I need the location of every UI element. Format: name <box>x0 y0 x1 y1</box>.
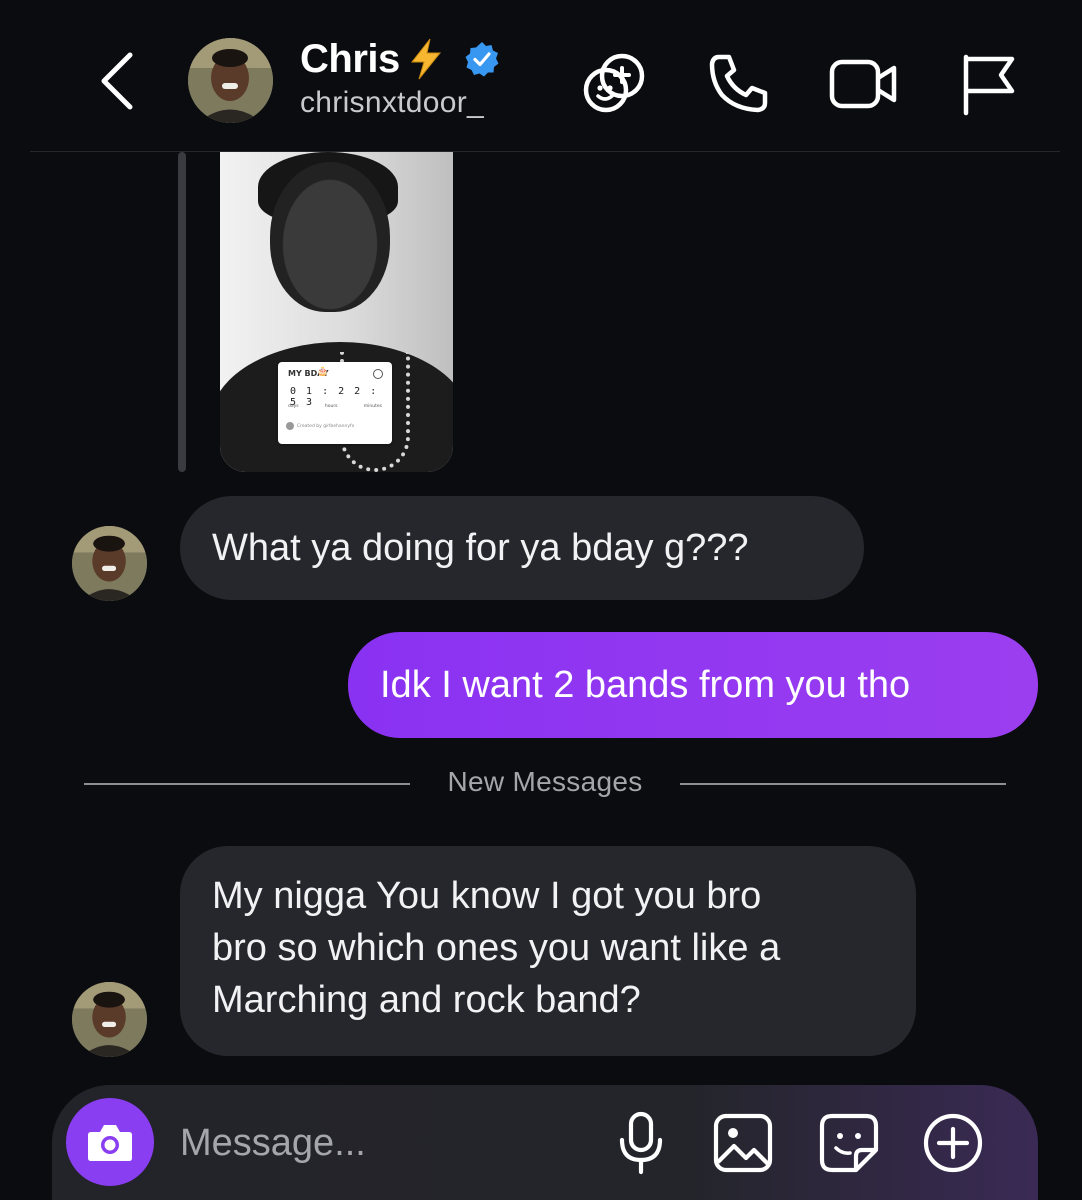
camera-button[interactable] <box>66 1098 154 1186</box>
story-preview[interactable]: MY BDAY 🎂 0 1 : 2 2 : 5 3 days hours min… <box>220 152 453 472</box>
microphone-icon <box>619 1111 663 1175</box>
gallery-button[interactable] <box>708 1108 778 1178</box>
sender-avatar[interactable] <box>72 526 147 601</box>
games-button[interactable] <box>576 46 652 122</box>
countdown-emoji: 🎂 <box>317 367 329 377</box>
sticker-icon <box>819 1113 879 1173</box>
back-icon <box>101 52 133 110</box>
gallery-icon <box>713 1113 773 1173</box>
flag-icon <box>963 54 1015 116</box>
video-call-icon <box>829 59 897 109</box>
lightning-bolt-icon <box>410 38 441 80</box>
countdown-arrow-icon <box>373 369 383 379</box>
creator-avatar <box>286 422 294 430</box>
avatar-photo <box>188 38 273 123</box>
games-icon <box>583 53 645 113</box>
voice-call-button[interactable] <box>700 46 776 122</box>
countdown-creator: Created by girlbehannyfx <box>297 423 355 429</box>
back-button[interactable] <box>88 46 144 116</box>
verified-badge-icon <box>465 42 499 77</box>
video-call-button[interactable] <box>826 46 902 122</box>
avatar-photo <box>72 526 147 601</box>
countdown-sticker[interactable]: MY BDAY 🎂 0 1 : 2 2 : 5 3 days hours min… <box>278 362 392 444</box>
message-bubble-outgoing[interactable]: Idk I want 2 bands from you tho <box>348 632 1038 738</box>
message-text-line: bro so which ones you want like a <box>212 927 781 969</box>
countdown-units: days hours minutes <box>288 404 382 409</box>
plus-icon <box>923 1113 983 1173</box>
countdown-unit-minutes: minutes <box>363 404 382 409</box>
header-divider <box>30 151 1060 152</box>
new-messages-line-left <box>84 783 410 785</box>
message-text: What ya doing for ya bday g??? <box>212 527 749 569</box>
contact-info[interactable]: Chris chrisnxtdoor_ <box>300 34 500 120</box>
phone-icon <box>709 54 768 113</box>
message-bubble-incoming[interactable]: What ya doing for ya bday g??? <box>180 496 864 600</box>
message-bubble-incoming[interactable]: My nigga You know I got you bro bro so w… <box>180 846 916 1056</box>
contact-avatar[interactable] <box>188 38 273 123</box>
report-button[interactable] <box>950 46 1026 122</box>
message-text-line: My nigga You know I got you bro <box>212 875 762 917</box>
contact-name: Chris <box>300 36 400 81</box>
message-input[interactable] <box>180 1116 580 1170</box>
avatar-photo <box>72 982 147 1057</box>
story-person-face <box>270 162 390 312</box>
more-options-button[interactable] <box>918 1108 988 1178</box>
contact-username: chrisnxtdoor_ <box>300 86 484 119</box>
sticker-button[interactable] <box>814 1108 884 1178</box>
countdown-unit-days: days <box>288 404 299 409</box>
message-text-line: Marching and rock band? <box>212 979 641 1021</box>
story-reply-indicator <box>178 152 186 472</box>
message-text: Idk I want 2 bands from you tho <box>380 664 911 706</box>
countdown-unit-hours: hours <box>324 404 338 409</box>
voice-message-button[interactable] <box>606 1108 676 1178</box>
countdown-footer: Created by girlbehannyfx <box>286 422 354 430</box>
sender-avatar[interactable] <box>72 982 147 1057</box>
new-messages-line-right <box>680 783 1006 785</box>
new-messages-divider: New Messages <box>447 766 643 797</box>
chat-header: Chris chrisnxtdoor_ <box>0 0 1082 152</box>
camera-icon <box>88 1125 132 1161</box>
